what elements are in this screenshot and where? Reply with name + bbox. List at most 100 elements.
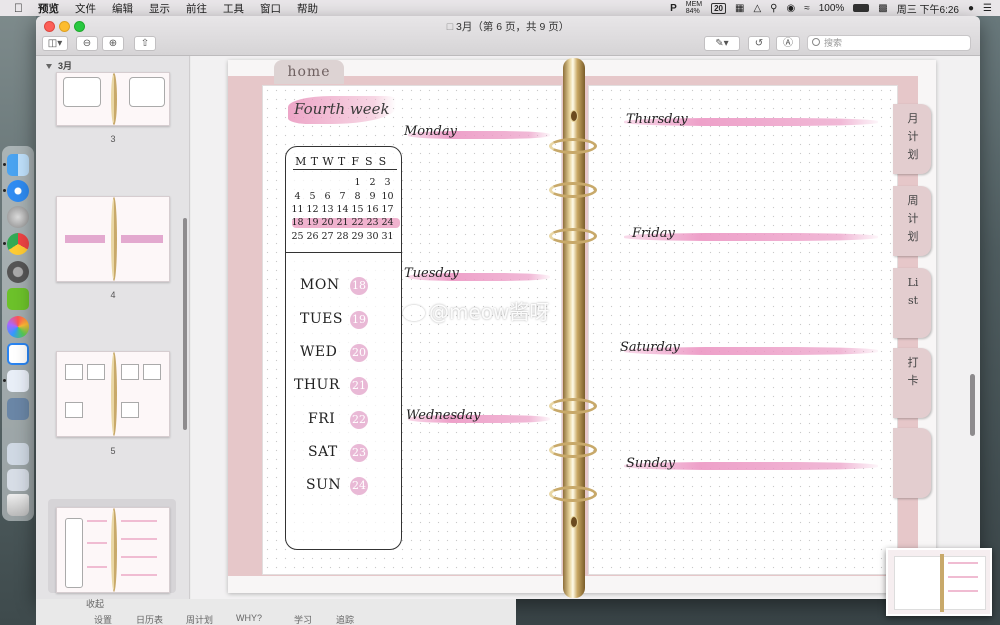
zoom-in-button[interactable]: ⊕	[102, 36, 124, 51]
desktop-background	[0, 16, 36, 625]
safari-icon[interactable]	[7, 180, 29, 202]
chrome-icon[interactable]	[7, 233, 29, 255]
thumb-stroke	[121, 538, 157, 540]
side-tab-weekly-plan[interactable]: 周计划	[893, 186, 931, 256]
page-thumbnail-6[interactable]	[56, 507, 170, 593]
page-thumbnail-4[interactable]	[56, 196, 170, 282]
section-saturday: Saturday	[620, 340, 680, 355]
binder-ring	[549, 398, 597, 414]
bottom-label-collapse[interactable]: 收起	[86, 597, 104, 610]
calendar-badge[interactable]: 20	[711, 2, 726, 14]
finder-icon[interactable]	[7, 154, 29, 176]
clock[interactable]: 周三 下午6:26	[897, 1, 959, 16]
sidebar-scrollbar[interactable]	[183, 218, 187, 430]
day-label-thur: THUR	[294, 377, 340, 393]
title-bar: □ 3月（第 6 页，共 9 页） ◫▾ ⊖ ⊕ ⇧ ✎▾ ↺ Ⓐ 搜索	[36, 16, 980, 56]
background-app-strip: 收起 设置 日历表 周计划 WHY? 学习 追踪	[36, 599, 516, 625]
input-method-icon[interactable]: ▩	[878, 3, 887, 14]
system-preferences-icon[interactable]	[7, 261, 29, 283]
apple-menu-icon[interactable]: 	[14, 2, 24, 14]
wifi-icon[interactable]: ≈	[804, 3, 810, 14]
binder-hole	[570, 110, 578, 122]
rotate-button[interactable]: ↺	[748, 36, 770, 51]
window-title: □ 3月（第 6 页，共 9 页）	[36, 19, 980, 34]
calendar-row: 4 5 6 7 8 9 10	[294, 191, 394, 202]
siri-icon[interactable]: ●	[968, 3, 974, 14]
page-thumbnail-3[interactable]	[56, 72, 170, 126]
bottom-item[interactable]: 设置	[94, 613, 112, 625]
section-tuesday: Tuesday	[404, 266, 459, 281]
memory-indicator[interactable]: MEM 84%	[686, 1, 702, 15]
launchpad-icon[interactable]	[7, 206, 29, 228]
share-button[interactable]: ⇧	[134, 36, 156, 51]
side-tab-monthly-plan[interactable]: 月计划	[893, 104, 931, 174]
menu-edit[interactable]: 编辑	[112, 1, 133, 16]
thumb-box	[87, 364, 105, 380]
side-tab-checkin[interactable]: 打卡	[893, 348, 931, 418]
day-number-thur: 21	[350, 377, 368, 395]
document-view: home Fourth week MTWTFSS 123 4 5 6 7 8 9 10 11…	[191, 56, 980, 599]
menu-tools[interactable]: 工具	[223, 1, 244, 16]
menu-help[interactable]: 帮助	[297, 1, 318, 16]
sidebar-group-header[interactable]: 3月	[46, 59, 72, 72]
binder-ring	[549, 182, 597, 198]
page-thumbnail-5[interactable]	[56, 351, 170, 437]
markup-pen-button[interactable]: ✎▾	[704, 36, 740, 51]
hanger-icon[interactable]: △	[753, 3, 761, 14]
menu-file[interactable]: 文件	[75, 1, 96, 16]
disclosure-triangle-icon[interactable]	[46, 64, 52, 69]
day-label-wed: WED	[300, 344, 338, 360]
sidebar-group-label: 3月	[58, 61, 73, 71]
documents-stack-icon[interactable]	[7, 469, 29, 491]
search-menu-icon[interactable]: ⚲	[770, 3, 777, 14]
preview-app-icon[interactable]	[7, 370, 29, 392]
preview-window: □ 3月（第 6 页，共 9 页） ◫▾ ⊖ ⊕ ⇧ ✎▾ ↺ Ⓐ 搜索 3月 …	[36, 16, 980, 599]
home-tab[interactable]: home	[274, 60, 344, 84]
day-number-sun: 24	[350, 477, 368, 495]
preview-stroke	[948, 562, 978, 564]
image-capture-icon[interactable]	[7, 398, 29, 420]
binder-ring	[549, 138, 597, 154]
calendar-row: 18 19 20 21 22 23 24	[291, 217, 394, 228]
binder-ring	[549, 442, 597, 458]
side-tab-blank[interactable]	[893, 428, 931, 498]
sidebar-toggle-button[interactable]: ◫▾	[42, 36, 68, 51]
section-sunday: Sunday	[626, 456, 676, 471]
notification-center-icon[interactable]: ☰	[983, 3, 992, 14]
downloads-folder-icon[interactable]	[7, 443, 29, 465]
grid-icon[interactable]: ▦	[735, 3, 744, 14]
bottom-item[interactable]: 周计划	[186, 613, 213, 625]
menu-view[interactable]: 显示	[149, 1, 170, 16]
day-number-mon: 18	[350, 277, 368, 295]
thumb-stroke	[121, 574, 157, 576]
calendar-row: 11 12 13 14 15 16 17	[291, 204, 394, 215]
search-field[interactable]: 搜索	[807, 35, 971, 51]
binder-ring	[111, 197, 117, 281]
ghost-icon[interactable]: ◉	[786, 3, 795, 14]
menu-go[interactable]: 前往	[186, 1, 207, 16]
menu-preview[interactable]: 预览	[38, 1, 59, 16]
document-scrollbar[interactable]	[970, 374, 975, 436]
side-tab-list[interactable]: List	[893, 268, 931, 338]
day-label-sun: SUN	[306, 477, 342, 493]
bottom-item[interactable]: 学习	[294, 613, 312, 625]
p-status-icon[interactable]: P	[670, 3, 677, 14]
calendar-header-underline	[293, 169, 397, 170]
zoom-out-button[interactable]: ⊖	[76, 36, 98, 51]
bottom-item[interactable]: 追踪	[336, 613, 354, 625]
menu-window[interactable]: 窗口	[260, 1, 281, 16]
weibo-watermark: @meow酱呀	[403, 296, 549, 325]
section-wednesday: Wednesday	[406, 408, 481, 423]
baidu-netdisk-icon[interactable]	[7, 343, 29, 365]
trash-icon[interactable]	[7, 494, 29, 516]
screenshot-preview-thumbnail[interactable]	[886, 548, 992, 616]
photos-icon[interactable]	[7, 316, 29, 338]
document-icon: □	[446, 21, 457, 33]
bottom-item[interactable]: 日历表	[136, 613, 163, 625]
iqiyi-icon[interactable]	[7, 288, 29, 310]
day-label-mon: MON	[300, 277, 340, 293]
markup-toolbar-button[interactable]: Ⓐ	[776, 36, 800, 51]
thumb-box	[129, 77, 165, 107]
bottom-item[interactable]: WHY?	[236, 613, 262, 623]
battery-percent[interactable]: 100%	[819, 3, 845, 14]
